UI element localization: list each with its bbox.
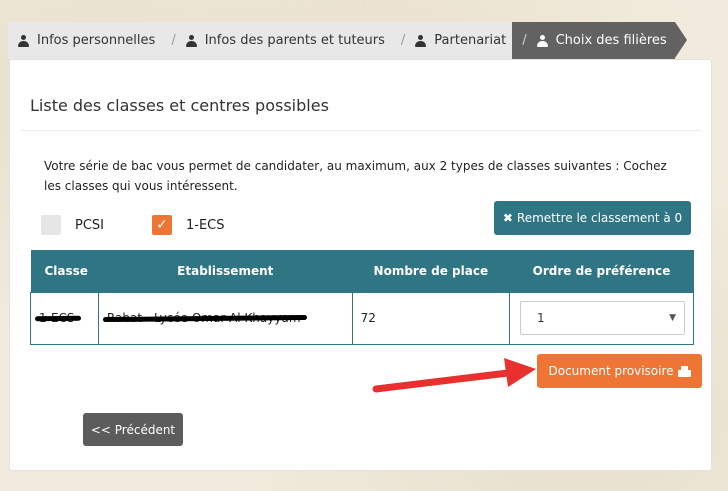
caret-down-icon: ▼	[669, 313, 676, 323]
step-choix-filieres[interactable]: / Choix des filières	[512, 22, 687, 59]
cell-places: 72	[351, 291, 511, 345]
col-nombre-place: Nombre de place	[352, 250, 510, 292]
intro-text: Votre série de bac vous permet de candid…	[44, 159, 667, 193]
checkbox-box-checked[interactable]: ✓	[152, 215, 172, 235]
col-classe: Classe	[30, 250, 99, 292]
step-partenariat[interactable]: / Partenariat	[390, 22, 513, 59]
col-etablissement: Etablissement	[98, 250, 353, 292]
checkbox-1-ecs[interactable]: ✓ 1-ECS	[152, 215, 225, 235]
step-separator: /	[400, 33, 406, 48]
step-label: Choix des filières	[555, 33, 667, 48]
redacted-text: 1-ECS	[39, 311, 75, 325]
user-icon	[185, 34, 197, 47]
step-infos-personnelles[interactable]: Infos personnelles	[8, 22, 162, 59]
checkbox-box[interactable]	[41, 215, 61, 235]
divider	[20, 130, 701, 131]
panel-title: Liste des classes et centres possibles	[30, 96, 329, 115]
reset-button-label: Remettre le classement à 0	[516, 211, 683, 225]
wizard-steps: Infos personnelles / Infos des parents e…	[8, 22, 687, 59]
cell-ordre: 1 ▼	[509, 291, 694, 345]
cell-classe: 1-ECS	[30, 291, 99, 345]
checkbox-label: PCSI	[75, 217, 105, 233]
user-icon	[415, 34, 427, 47]
table-header-row: Classe Etablissement Nombre de place Ord…	[30, 250, 694, 292]
preference-select[interactable]: 1 ▼	[520, 301, 685, 335]
check-icon: ✓	[156, 217, 168, 233]
step-label: Infos des parents et tuteurs	[204, 33, 385, 48]
step-label: Infos personnelles	[37, 33, 156, 48]
checkbox-pcsi[interactable]: PCSI	[41, 215, 104, 235]
choice-panel: Liste des classes et centres possibles V…	[9, 59, 712, 471]
step-infos-parents[interactable]: / Infos des parents et tuteurs	[161, 22, 391, 59]
step-label: Partenariat	[434, 33, 507, 48]
document-provisoire-button[interactable]: Document provisoire	[537, 354, 702, 388]
times-icon: ✖	[502, 211, 513, 225]
reset-ranking-button[interactable]: ✖ Remettre le classement à 0	[494, 201, 691, 235]
user-icon	[536, 34, 548, 47]
checkbox-label: 1-ECS	[186, 217, 225, 233]
redacted-text: Rabat - Lycée Omar Al Khayyam	[106, 311, 301, 325]
step-separator: /	[522, 33, 527, 48]
document-button-label: Document provisoire	[548, 364, 674, 378]
user-icon	[18, 34, 29, 47]
col-ordre-preference: Ordre de préférence	[509, 250, 694, 292]
select-value: 1	[537, 311, 545, 325]
previous-button[interactable]: << Précédent	[83, 413, 183, 446]
table-row: 1-ECS Rabat - Lycée Omar Al Khayyam 72 1…	[30, 291, 694, 345]
classes-table: Classe Etablissement Nombre de place Ord…	[30, 250, 694, 345]
cell-etablissement: Rabat - Lycée Omar Al Khayyam	[97, 291, 353, 345]
print-icon	[677, 365, 691, 377]
step-separator: /	[171, 33, 176, 48]
